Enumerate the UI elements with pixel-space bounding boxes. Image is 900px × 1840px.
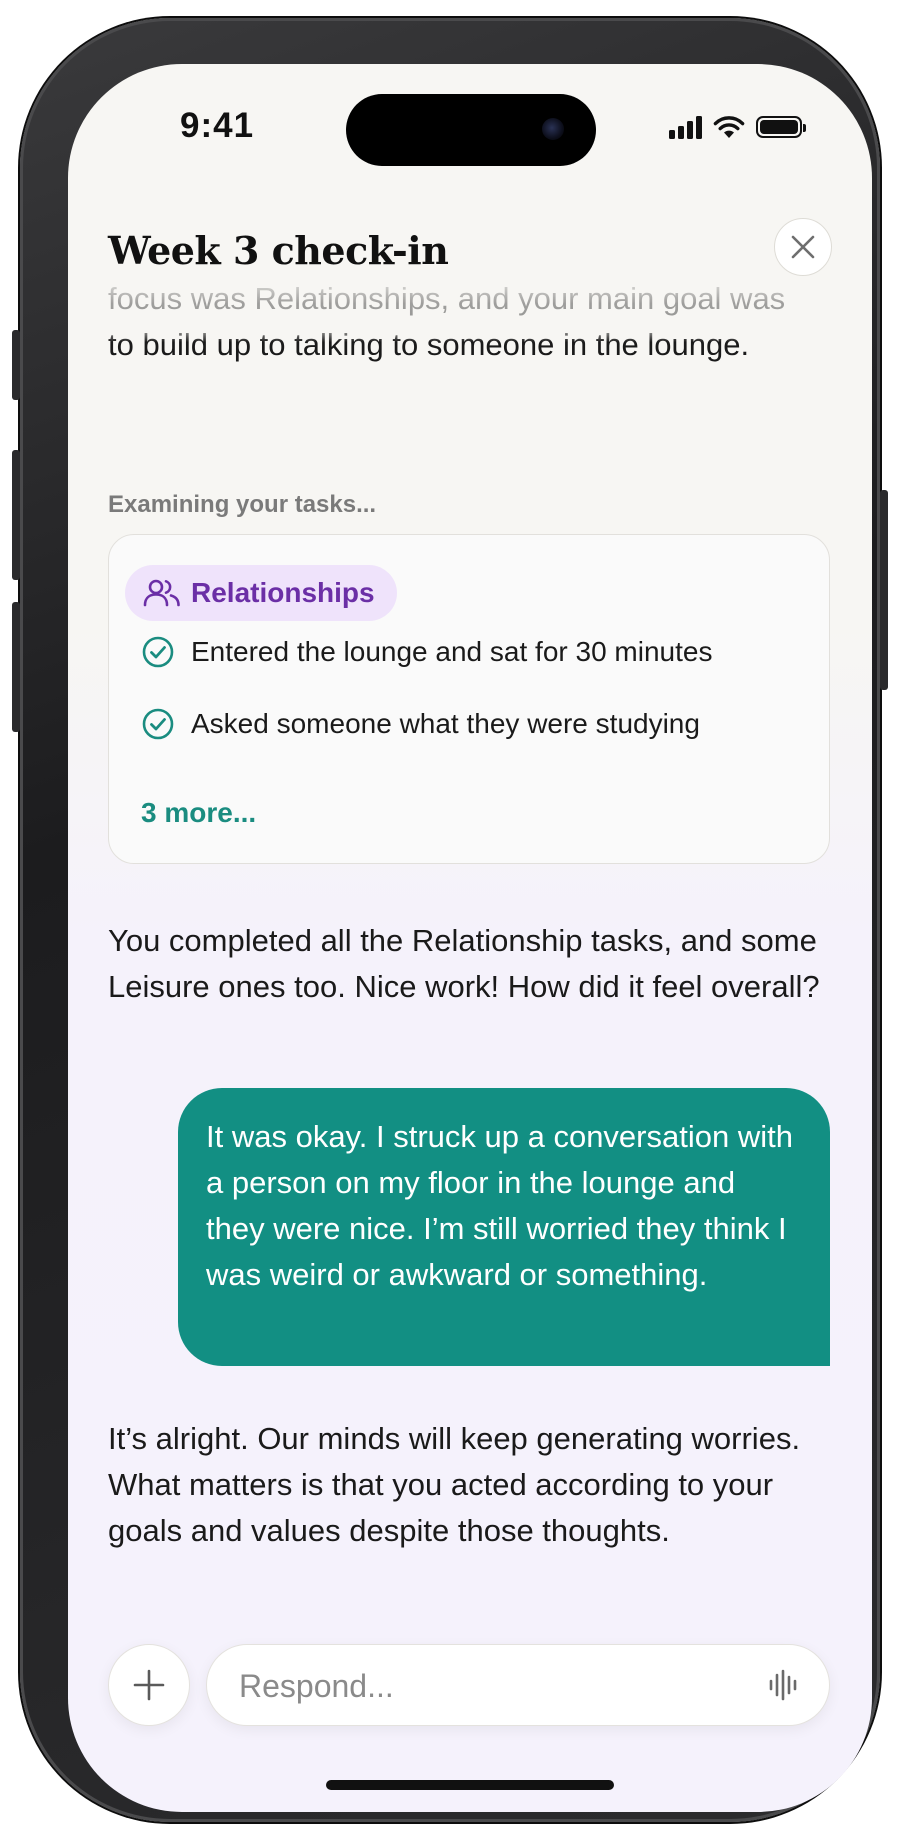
category-label: Relationships: [191, 577, 375, 608]
camera-icon: [542, 118, 564, 140]
ai-message-intro: focus was Relationships, and your main g…: [108, 281, 786, 362]
task-label: Entered the lounge and sat for 30 minute…: [191, 636, 713, 667]
power-button: [880, 490, 888, 690]
message-composer: [68, 1644, 872, 1734]
action-button: [12, 330, 20, 400]
ai-message: It’s alright. Our minds will keep genera…: [108, 1421, 801, 1548]
page-title: Week 3 check-in: [108, 228, 449, 273]
wifi-icon: [713, 116, 745, 138]
cellular-signal-icon: [669, 115, 702, 139]
status-icons: [669, 114, 806, 140]
check-circle-icon: [142, 708, 174, 740]
app-screen: 9:41 Week 3 check-in focus was Relations…: [68, 64, 872, 1812]
battery-icon: [756, 116, 806, 138]
ai-message: You completed all the Relationship tasks…: [108, 923, 820, 1004]
status-time: 9:41: [180, 106, 255, 145]
plus-icon: [133, 1669, 165, 1701]
status-bar: 9:41: [68, 64, 872, 194]
task-item: Asked someone what they were studying: [141, 707, 700, 741]
people-icon: [143, 579, 180, 607]
phone-frame: 9:41 Week 3 check-in focus was Relations…: [12, 18, 888, 1822]
add-attachment-button[interactable]: [108, 1644, 190, 1726]
close-icon: [791, 235, 815, 259]
dynamic-island: [346, 94, 596, 166]
volume-down-button: [12, 602, 20, 732]
task-summary-card: Relationships Entered the lounge and sat…: [108, 534, 830, 864]
home-indicator: [326, 1780, 614, 1790]
respond-field-container: [206, 1644, 830, 1726]
close-button[interactable]: [774, 218, 832, 276]
more-tasks-link[interactable]: 3 more...: [141, 797, 256, 829]
respond-input[interactable]: [237, 1663, 741, 1709]
check-circle-icon: [142, 636, 174, 668]
conversation-scroll[interactable]: focus was Relationships, and your main g…: [68, 281, 872, 1554]
task-label: Asked someone what they were studying: [191, 708, 700, 739]
volume-up-button: [12, 450, 20, 580]
examining-status: Examining your tasks...: [108, 491, 377, 518]
task-item: Entered the lounge and sat for 30 minute…: [141, 635, 712, 669]
voice-waveform-icon: [769, 1669, 797, 1701]
user-message-bubble: It was okay. I struck up a conversation …: [178, 1088, 830, 1366]
category-chip: Relationships: [125, 565, 397, 621]
voice-input-button[interactable]: [765, 1667, 801, 1703]
